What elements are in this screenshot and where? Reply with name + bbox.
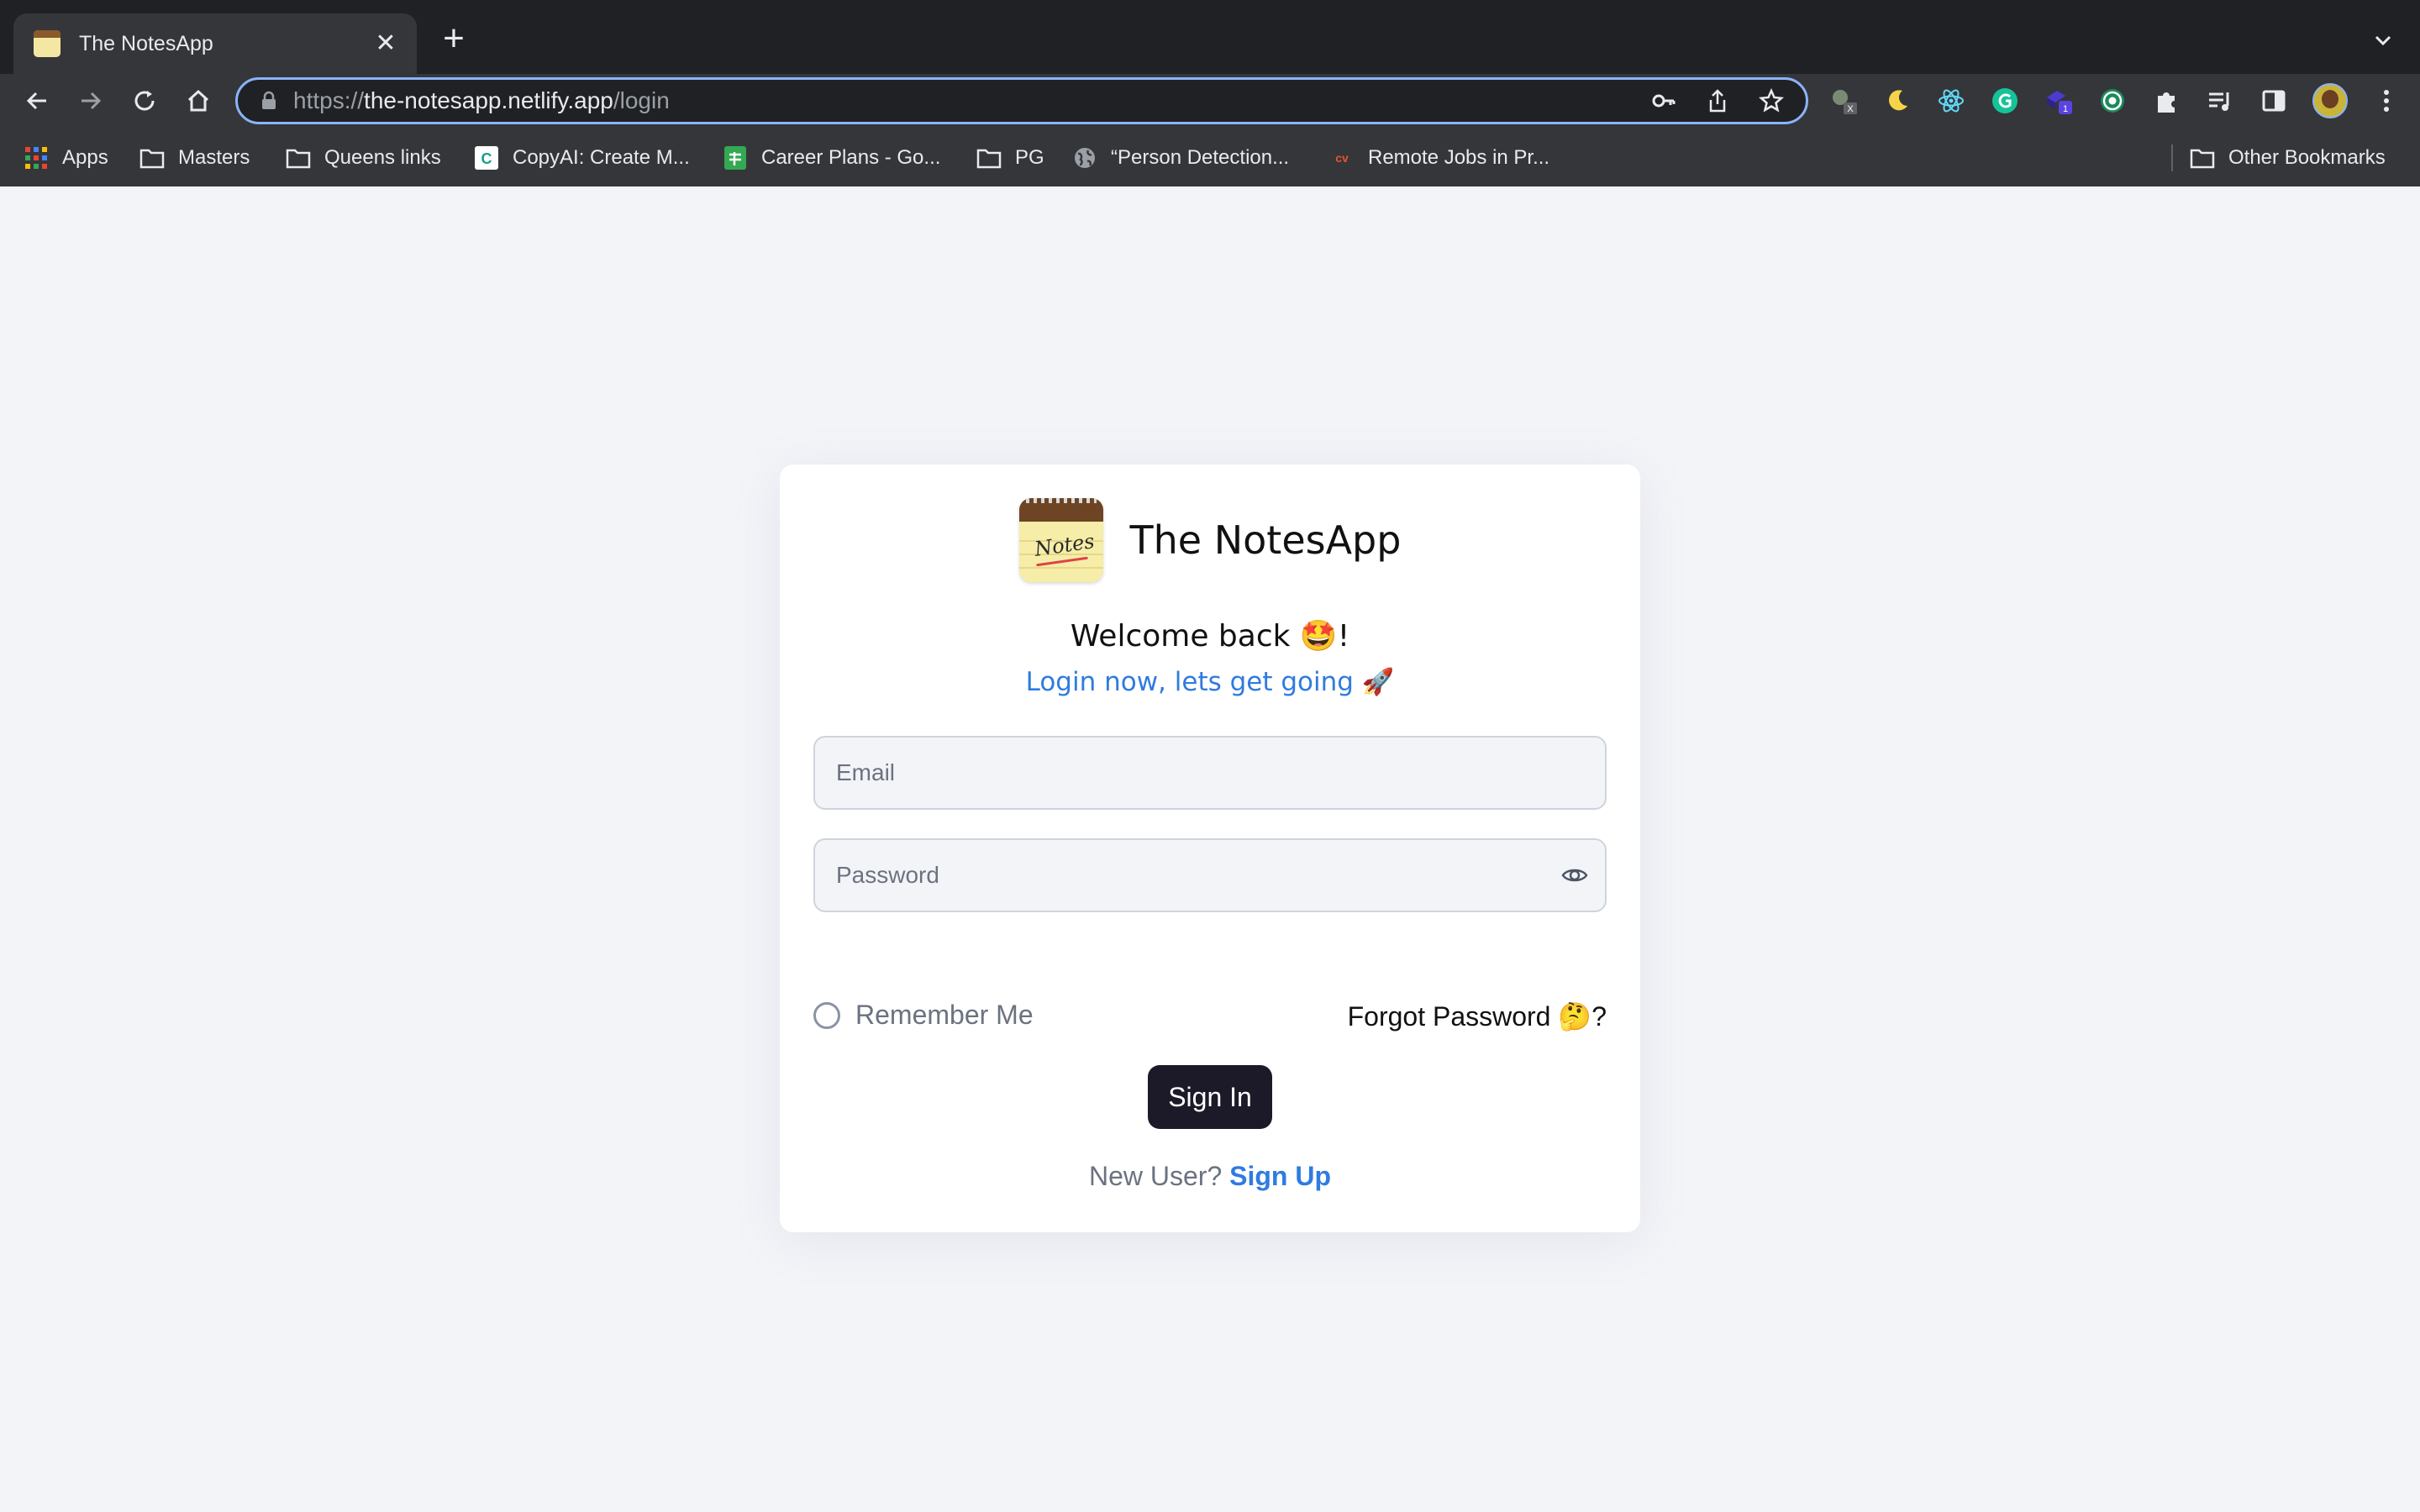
cv-icon: cv <box>1329 147 1355 169</box>
remember-me[interactable]: Remember Me <box>813 1000 1034 1031</box>
forward-arrow-icon[interactable] <box>74 84 108 118</box>
url-host: the-notesapp.netlify.app <box>364 87 613 113</box>
browser-toolbar: https://the-notesapp.netlify.app/login X <box>0 74 2420 126</box>
bookmark-copyai[interactable]: C CopyAI: Create M... <box>474 134 690 181</box>
bookmark-remote-jobs[interactable]: cv Remote Jobs in Pr... <box>1329 134 1549 181</box>
reload-icon[interactable] <box>128 84 161 118</box>
apps-grid-icon <box>24 147 49 169</box>
brand-header: Notes The NotesApp <box>780 498 1640 582</box>
extension-x-icon[interactable]: X <box>1828 86 1859 116</box>
folder-icon <box>2190 147 2215 169</box>
bookmark-label: Career Plans - Go... <box>761 146 941 169</box>
bookmark-masters[interactable]: Masters <box>139 134 250 181</box>
extensions-area: X 1 <box>1828 83 2402 118</box>
password-input[interactable] <box>836 862 1560 889</box>
side-panel-icon[interactable] <box>2259 86 2289 116</box>
password-field[interactable] <box>813 838 1607 912</box>
url-scheme: https:// <box>293 87 365 113</box>
badge-1: 1 <box>2063 104 2068 114</box>
bookmark-apps[interactable]: Apps <box>24 134 108 181</box>
notes-logo-icon: Notes <box>1018 498 1103 582</box>
bookmark-person-detection[interactable]: “Person Detection... <box>1072 134 1289 181</box>
tab-strip: The NotesApp ✕ + <box>0 0 2420 74</box>
bookmark-label: Apps <box>62 146 108 169</box>
address-bar[interactable]: https://the-notesapp.netlify.app/login <box>235 77 1808 124</box>
url-path: /login <box>613 87 670 113</box>
extension-badge-icon[interactable]: 1 <box>2044 86 2074 116</box>
tab-notesapp[interactable]: The NotesApp ✕ <box>13 13 417 74</box>
star-icon[interactable] <box>1757 87 1786 115</box>
bookmark-label: “Person Detection... <box>1111 146 1290 169</box>
bookmark-label: CopyAI: Create M... <box>513 146 690 169</box>
remember-me-radio[interactable] <box>813 1001 840 1029</box>
bookmark-career-plans[interactable]: Career Plans - Go... <box>723 134 940 181</box>
bookmark-pg[interactable]: PG <box>976 134 1044 181</box>
bookmarks-bar: Apps Masters Queens links C CopyAI: Crea… <box>0 134 2420 181</box>
svg-text:cv: cv <box>1335 151 1349 165</box>
folder-icon <box>976 147 1002 169</box>
bookmark-label: Masters <box>178 146 250 169</box>
puzzle-icon[interactable] <box>2151 86 2181 116</box>
badge-x: X <box>1847 104 1854 114</box>
browser-chrome: The NotesApp ✕ + https://the-notesapp.ne… <box>0 0 2420 186</box>
bookmark-queens-links[interactable]: Queens links <box>286 134 441 181</box>
bookmark-other[interactable]: Other Bookmarks <box>2190 134 2386 181</box>
forgot-password-link[interactable]: Forgot Password 🤔? <box>1348 1000 1607 1032</box>
react-icon[interactable] <box>1936 86 1966 116</box>
new-tab-button[interactable]: + <box>437 20 471 57</box>
sheets-icon <box>723 146 748 170</box>
svg-text:C: C <box>481 150 492 167</box>
eye-icon[interactable] <box>1560 860 1590 890</box>
login-card: Notes The NotesApp Welcome back 🤩! Login… <box>780 465 1640 1232</box>
app-name: The NotesApp <box>1129 517 1402 563</box>
profile-avatar[interactable] <box>2312 83 2348 118</box>
bookmark-label: PG <box>1015 146 1044 169</box>
login-page: Notes The NotesApp Welcome back 🤩! Login… <box>0 186 2420 1512</box>
tab-title: The NotesApp <box>79 31 213 55</box>
moon-icon[interactable] <box>1882 86 1912 116</box>
new-user-prompt: New User? Sign Up <box>780 1161 1640 1192</box>
key-icon[interactable] <box>1649 87 1678 115</box>
back-arrow-icon[interactable] <box>20 84 54 118</box>
folder-icon <box>286 147 311 169</box>
home-icon[interactable] <box>182 84 215 118</box>
new-user-text: New User? <box>1088 1161 1223 1191</box>
share-icon[interactable] <box>1703 87 1732 115</box>
globe-icon <box>1072 147 1097 169</box>
media-queue-icon[interactable] <box>2205 86 2235 116</box>
bookmarks-divider <box>2171 144 2173 171</box>
bookmark-label: Queens links <box>324 146 441 169</box>
close-icon[interactable]: ✕ <box>373 31 398 56</box>
login-subtitle: Login now, lets get going 🚀 <box>1025 667 1395 697</box>
email-field[interactable] <box>813 736 1607 810</box>
more-vert-icon[interactable] <box>2371 86 2402 116</box>
target-icon[interactable] <box>2097 86 2128 116</box>
email-input[interactable] <box>836 759 1605 786</box>
grammarly-icon[interactable] <box>1990 86 2020 116</box>
bookmark-label: Remote Jobs in Pr... <box>1368 146 1550 169</box>
sign-up-link[interactable]: Sign Up <box>1229 1161 1331 1191</box>
lock-icon[interactable] <box>260 91 278 111</box>
notes-favicon-icon <box>34 30 60 57</box>
welcome-heading: Welcome back 🤩! <box>1070 619 1350 654</box>
bookmark-label: Other Bookmarks <box>2228 146 2386 169</box>
chevron-down-icon[interactable] <box>2368 25 2398 55</box>
copyai-icon: C <box>474 146 499 170</box>
sign-in-button[interactable]: Sign In <box>1148 1065 1272 1129</box>
url-text[interactable]: https://the-notesapp.netlify.app/login <box>293 87 1649 114</box>
remember-me-label[interactable]: Remember Me <box>855 1000 1034 1031</box>
folder-icon <box>139 147 165 169</box>
